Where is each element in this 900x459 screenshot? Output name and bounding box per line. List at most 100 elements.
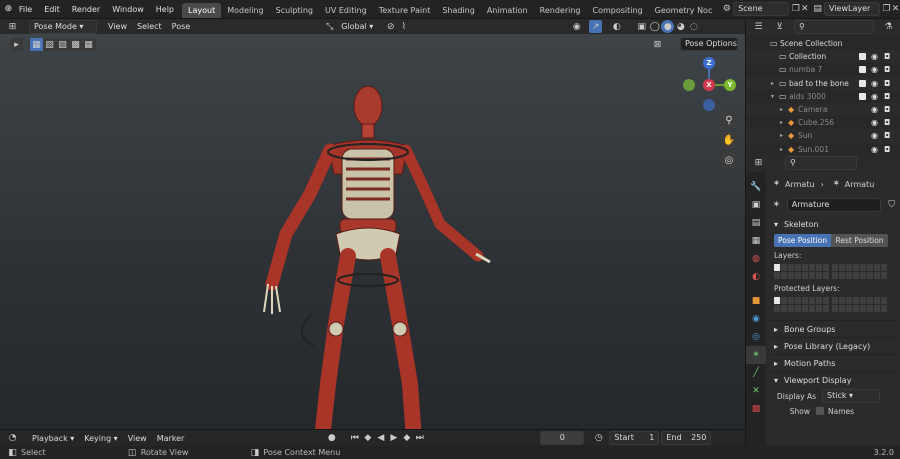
layer-cell[interactable] xyxy=(788,272,794,279)
layer-cell[interactable] xyxy=(860,264,866,271)
select-subtract-icon[interactable]: ▨ xyxy=(56,38,69,51)
layer-cell[interactable] xyxy=(816,305,822,312)
scene-tab-icon[interactable]: ◍ xyxy=(746,250,766,268)
layers-grid-left[interactable] xyxy=(774,264,829,279)
timeline-menu-marker[interactable]: Marker xyxy=(152,432,190,445)
pivot-icon[interactable]: ⊘ xyxy=(384,20,397,33)
workspace-tab-shading[interactable]: Shading xyxy=(436,3,481,18)
layer-cell[interactable] xyxy=(809,264,815,271)
workspace-tab-layout[interactable]: Layout xyxy=(182,2,222,18)
material-shading-icon[interactable]: ◕ xyxy=(674,20,687,33)
outliner-row[interactable]: ▸ ▭ bad to the bone ◉ ◘ xyxy=(746,76,900,90)
render-camera-icon[interactable]: ◘ xyxy=(884,131,890,140)
layer-cell[interactable] xyxy=(774,264,780,271)
snap-icon[interactable]: ⌇ xyxy=(397,20,410,33)
layer-cell[interactable] xyxy=(802,297,808,304)
outliner-row[interactable]: ▸ ◆ Sun ◉ ◘ xyxy=(746,129,900,143)
menu-render[interactable]: Render xyxy=(66,0,106,19)
rendered-shading-icon[interactable]: ◌ xyxy=(687,20,700,33)
pose-position-button[interactable]: Pose Position xyxy=(774,233,831,247)
select-invert-icon[interactable]: ▩ xyxy=(69,38,82,51)
workspace-tab-animation[interactable]: Animation xyxy=(481,3,534,18)
xray-icon[interactable]: ▣ xyxy=(635,20,648,33)
exclude-checkbox[interactable] xyxy=(859,53,866,61)
outliner-expand-icon[interactable]: ▾ xyxy=(771,93,774,100)
layer-cell[interactable] xyxy=(881,264,887,271)
layer-cell[interactable] xyxy=(839,272,845,279)
bone-groups-panel-header[interactable]: ▸ Bone Groups xyxy=(770,320,898,337)
bone-constraint-tab-icon[interactable]: ✕ xyxy=(746,382,766,400)
names-checkbox[interactable] xyxy=(816,407,824,415)
layer-cell[interactable] xyxy=(846,305,852,312)
layer-cell[interactable] xyxy=(874,297,880,304)
outliner-row[interactable]: ▭ numba 7 ◉ ◘ xyxy=(746,63,900,76)
workspace-tab-rendering[interactable]: Rendering xyxy=(534,3,587,18)
filter-icon[interactable]: ⊻ xyxy=(773,21,786,34)
mode-selector[interactable]: Pose Mode ▾ xyxy=(29,19,97,34)
layer-cell[interactable] xyxy=(802,264,808,271)
select-new-icon[interactable]: ▦ xyxy=(30,38,43,51)
timeline-editor-icon[interactable]: ◔ xyxy=(6,432,19,445)
eye-icon[interactable]: ◉ xyxy=(871,105,878,114)
skeleton-panel-header[interactable]: ▾ Skeleton xyxy=(770,216,898,233)
layer-cell[interactable] xyxy=(839,297,845,304)
editor-type-icon[interactable]: ⊞ xyxy=(6,20,19,33)
layer-cell[interactable] xyxy=(839,264,845,271)
data-name-field[interactable]: Armature xyxy=(786,198,882,212)
layer-cell[interactable] xyxy=(874,305,880,312)
armature-data-tab-icon[interactable]: ✶ xyxy=(746,346,766,364)
workspace-tab-texture-paint[interactable]: Texture Paint xyxy=(373,3,437,18)
layer-cell[interactable] xyxy=(839,305,845,312)
outliner-editor-icon[interactable]: ☰ xyxy=(752,21,765,34)
viewport-menu-view[interactable]: View xyxy=(103,20,132,33)
pose-library-panel-header[interactable]: ▸ Pose Library (Legacy) xyxy=(770,337,898,354)
layer-cell[interactable] xyxy=(795,264,801,271)
protected-layers-grid-left[interactable] xyxy=(774,297,829,312)
skeleton-model[interactable] xyxy=(250,84,500,429)
toolbar-toggle-icon[interactable]: ▸ xyxy=(10,38,23,51)
render-camera-icon[interactable]: ◘ xyxy=(884,79,890,88)
layer-cell[interactable] xyxy=(867,305,873,312)
layer-cell[interactable] xyxy=(832,272,838,279)
layer-cell[interactable] xyxy=(853,264,859,271)
render-camera-icon[interactable]: ◘ xyxy=(884,145,890,154)
modifier-tab-icon[interactable]: ◉ xyxy=(746,310,766,328)
next-keyframe-icon[interactable]: ◆ xyxy=(400,432,413,445)
play-icon[interactable]: ▶ xyxy=(387,432,400,445)
motion-paths-panel-header[interactable]: ▸ Motion Paths xyxy=(770,354,898,371)
gizmo-neg-y-axis[interactable] xyxy=(683,79,695,91)
layer-cell[interactable] xyxy=(846,264,852,271)
layer-cell[interactable] xyxy=(788,264,794,271)
3d-viewport[interactable]: ▸ ▦ ▧ ▨ ▩ ▦ ⊠ Pose Options ▾ Z Y X ⚲ ✋ ◎ xyxy=(0,34,745,429)
exclude-checkbox[interactable] xyxy=(859,66,866,74)
layer-cell[interactable] xyxy=(816,264,822,271)
blender-logo-icon[interactable]: ⊛ xyxy=(4,3,13,16)
start-frame-field[interactable]: Start 1 xyxy=(609,431,660,445)
view-layer-selector[interactable]: ViewLayer xyxy=(824,2,881,16)
menu-edit[interactable]: Edit xyxy=(38,0,66,19)
gizmo-z-axis[interactable]: Z xyxy=(703,57,715,69)
workspace-tab-compositing[interactable]: Compositing xyxy=(586,3,648,18)
layer-cell[interactable] xyxy=(823,272,829,279)
layer-cell[interactable] xyxy=(846,297,852,304)
end-frame-field[interactable]: End 250 xyxy=(661,431,712,445)
gizmo-x-axis[interactable]: X xyxy=(703,79,715,91)
timeline-menu-view[interactable]: View xyxy=(123,432,152,445)
render-camera-icon[interactable]: ◘ xyxy=(884,65,890,74)
render-camera-icon[interactable]: ◘ xyxy=(884,118,890,127)
rest-position-button[interactable]: Rest Position xyxy=(831,233,888,247)
layer-cell[interactable] xyxy=(823,305,829,312)
viewport-menu-pose[interactable]: Pose xyxy=(167,20,196,33)
layer-cell[interactable] xyxy=(881,297,887,304)
zoom-icon[interactable]: ⚲ xyxy=(720,111,738,129)
outliner-search-input[interactable]: ⚲ xyxy=(794,20,874,34)
layer-cell[interactable] xyxy=(809,297,815,304)
layer-cell[interactable] xyxy=(823,264,829,271)
texture-tab-icon[interactable]: ▩ xyxy=(746,400,766,418)
layer-cell[interactable] xyxy=(802,305,808,312)
eye-icon[interactable]: ◉ xyxy=(871,52,878,61)
layer-cell[interactable] xyxy=(853,305,859,312)
scene-selector[interactable]: Scene xyxy=(733,2,790,16)
layer-cell[interactable] xyxy=(816,272,822,279)
pan-hand-icon[interactable]: ✋ xyxy=(720,131,738,149)
